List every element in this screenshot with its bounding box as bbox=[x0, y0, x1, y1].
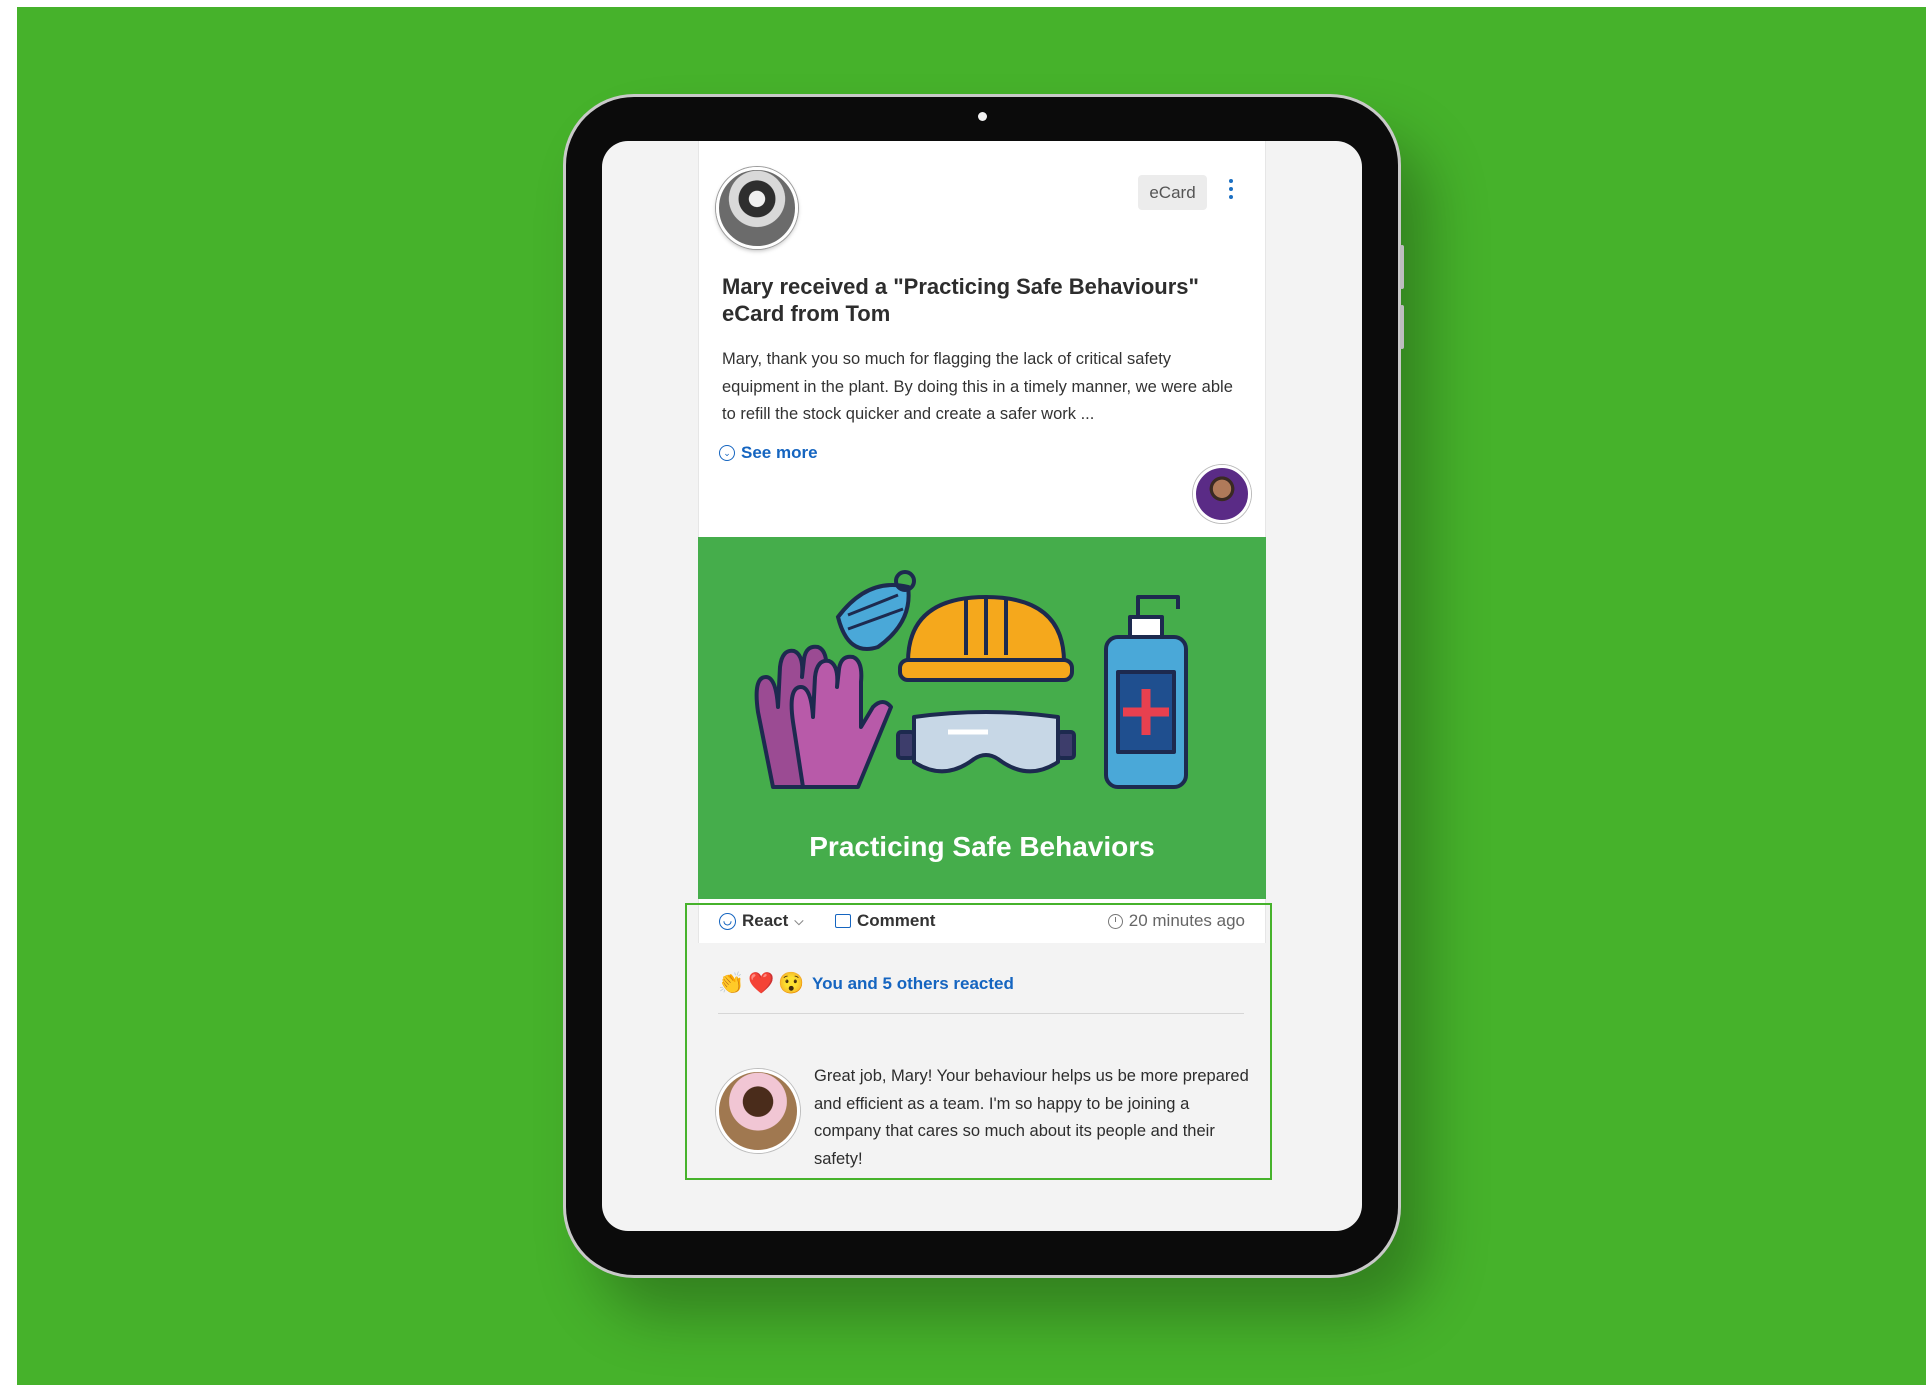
clock-icon bbox=[1107, 913, 1123, 929]
kebab-menu-icon[interactable] bbox=[1222, 175, 1240, 209]
commenter-avatar[interactable] bbox=[716, 1069, 800, 1153]
face-mask-icon bbox=[835, 570, 916, 651]
see-more-link[interactable]: ⌄ See more bbox=[719, 443, 818, 463]
gloves-icon bbox=[754, 644, 893, 789]
clapping-hands-icon: 👏 bbox=[718, 972, 745, 995]
ecard-badge: eCard bbox=[1138, 175, 1207, 210]
hard-hat-icon bbox=[898, 595, 1074, 682]
volume-button bbox=[1400, 245, 1404, 289]
sender-avatar[interactable] bbox=[1193, 465, 1251, 523]
post-body: Mary, thank you so much for flagging the… bbox=[722, 350, 1233, 423]
post-action-bar: ◡ React ⌵ Comment 20 minutes ago bbox=[698, 899, 1266, 943]
chevron-down-icon: ⌵ bbox=[794, 914, 804, 928]
surprised-face-icon: 😯 bbox=[778, 972, 805, 995]
see-more-label: See more bbox=[741, 443, 818, 462]
ecard-post-card: eCard Mary received a "Practicing Safe B… bbox=[698, 141, 1266, 537]
timestamp-text: 20 minutes ago bbox=[1128, 911, 1245, 930]
react-button[interactable]: ◡ React ⌵ bbox=[719, 899, 803, 943]
comment-button[interactable]: Comment bbox=[835, 899, 935, 943]
tablet-device-frame: eCard Mary received a "Practicing Safe B… bbox=[566, 97, 1404, 1275]
divider bbox=[718, 1013, 1244, 1014]
comment-label: Comment bbox=[857, 911, 936, 930]
comment-text: Great job, Mary! Your behaviour helps us… bbox=[814, 1067, 1249, 1168]
reacted-summary-text[interactable]: You and 5 others reacted bbox=[812, 974, 1014, 994]
react-label: React bbox=[742, 911, 789, 930]
hand-sanitizer-icon bbox=[1104, 595, 1188, 789]
comment-bubble-icon bbox=[835, 914, 851, 928]
safety-equipment-illustration bbox=[754, 570, 1188, 789]
safety-goggles-icon bbox=[896, 710, 1076, 774]
ecard-image[interactable]: Practicing Safe Behaviors bbox=[698, 537, 1266, 899]
ecard-caption: Practicing Safe Behaviors bbox=[809, 831, 1155, 862]
chevron-circle-icon: ⌄ bbox=[719, 445, 735, 461]
heart-icon: ❤️ bbox=[748, 972, 775, 995]
volume-button bbox=[1400, 305, 1404, 349]
smile-icon: ◡ bbox=[719, 912, 736, 930]
front-camera-icon bbox=[978, 112, 987, 121]
post-timestamp: 20 minutes ago bbox=[1107, 899, 1245, 943]
tablet-screen: eCard Mary received a "Practicing Safe B… bbox=[602, 141, 1362, 1231]
post-title: Mary received a "Practicing Safe Behavio… bbox=[722, 274, 1199, 326]
reactions-summary[interactable]: 👏 ❤️ 😯 You and 5 others reacted bbox=[718, 971, 1014, 997]
recipient-avatar[interactable] bbox=[716, 167, 798, 249]
